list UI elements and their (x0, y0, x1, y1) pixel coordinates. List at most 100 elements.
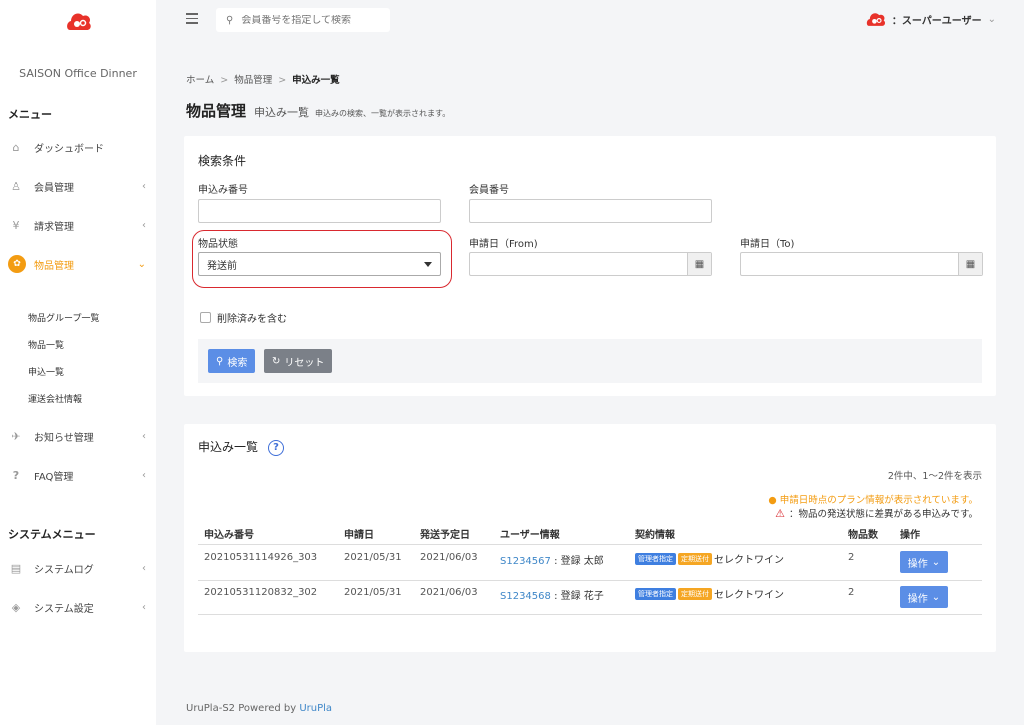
plan-notice: ● 申請日時点のプラン情報が表示されています。 (768, 492, 978, 506)
sidebar-item-billing[interactable]: ¥ 請求管理 ‹ (0, 213, 156, 237)
date-to-input[interactable]: ▦ (740, 252, 983, 276)
help-icon[interactable]: ? (268, 439, 285, 456)
calendar-icon[interactable]: ▦ (958, 253, 982, 275)
operation-label: 操作 (907, 593, 928, 605)
row-ship-date: 2021/06/03 (420, 587, 478, 598)
menu-toggle-icon[interactable] (186, 13, 198, 24)
sidebar-subitem-carriers[interactable]: 運送会社情報 (28, 392, 82, 405)
column-header-user: ユーザー情報 (500, 530, 560, 541)
info-icon: ● (768, 495, 777, 506)
warning-icon: ⚠ (775, 507, 785, 520)
chevron-left-icon: ‹ (142, 430, 146, 442)
page-subtitle: 申込み一覧 (254, 106, 310, 119)
layers-icon: ◈ (11, 600, 21, 614)
sidebar-item-notices[interactable]: ✈ お知らせ管理 ‹ (0, 424, 156, 448)
page-description: 申込みの検索、一覧が表示されます。 (315, 109, 451, 118)
include-deleted-checkbox-row[interactable]: 削除済みを含む (200, 310, 287, 325)
breadcrumb-current: 申込み一覧 (292, 75, 340, 86)
date-from-label: 申請日（From) (469, 239, 538, 250)
sidebar-item-members[interactable]: ♙ 会員管理 ‹ (0, 174, 156, 198)
operation-label: 操作 (907, 558, 928, 570)
user-avatar-icon (866, 13, 885, 26)
diff-notice-text: ：物品の発送状態に差異がある申込みです。 (788, 509, 978, 520)
caret-down-icon (424, 262, 432, 267)
row-date: 2021/05/31 (344, 552, 402, 563)
uru-logo-icon[interactable] (66, 10, 92, 32)
application-list-title-row: 申込み一覧? (198, 438, 285, 456)
sidebar-item-system-log[interactable]: ▤ システムログ ‹ (0, 556, 156, 580)
goods-icon: ✿ (8, 255, 26, 273)
document-icon: ▤ (10, 561, 22, 575)
column-header-ship-date: 発送予定日 (420, 530, 470, 541)
user-name: ：スーパーユーザー (891, 15, 982, 27)
reset-button[interactable]: ↻ リセット (264, 349, 333, 373)
member-search-input[interactable] (241, 14, 372, 26)
yen-icon: ¥ (12, 218, 20, 232)
result-count: 2件中、1〜2件を表示 (887, 471, 982, 482)
include-deleted-checkbox[interactable] (200, 312, 211, 323)
column-header-qty: 物品数 (848, 530, 878, 541)
search-button[interactable]: ⚲ 検索 (208, 349, 256, 373)
admin-specified-badge: 管理者指定 (635, 587, 676, 600)
sidebar-subitem-goods-group[interactable]: 物品グループ一覧 (28, 311, 99, 324)
row-user-id-link[interactable]: S1234567 (500, 556, 551, 567)
goods-status-select[interactable]: 発送前 (198, 252, 441, 276)
column-header-app-no: 申込み番号 (204, 530, 254, 541)
column-header-contract: 契約情報 (635, 530, 675, 541)
sidebar-subitem-goods-list[interactable]: 物品一覧 (28, 338, 64, 351)
table-divider (198, 580, 982, 581)
sidebar-item-system-settings[interactable]: ◈ システム設定 ‹ (0, 595, 156, 619)
chevron-left-icon: ‹ (142, 219, 146, 231)
sidebar-item-label: FAQ管理 (34, 471, 74, 483)
row-user: S1234567 : 登録 太郎 (500, 556, 604, 567)
chevron-down-icon: ⌄ (137, 258, 146, 270)
user-icon: ♙ (11, 179, 21, 193)
member-no-input[interactable] (469, 199, 712, 223)
sidebar-item-faq[interactable]: ? FAQ管理 ‹ (0, 463, 156, 487)
row-qty: 2 (848, 552, 855, 563)
table-divider (198, 544, 982, 545)
search-conditions-card: 検索条件 申込み番号 会員番号 物品状態 発送前 申請日（From) ▦ 申請日… (184, 136, 996, 396)
diff-notice: ⚠ ：物品の発送状態に差異がある申込みです。 (775, 506, 978, 520)
reset-button-label: リセット (284, 357, 325, 369)
breadcrumb: ホーム > 物品管理 > 申込み一覧 (186, 72, 340, 86)
footer: UruPla-S2 Powered by UruPla (186, 703, 332, 714)
sidebar-subitem-applications[interactable]: 申込一覧 (28, 365, 64, 378)
sidebar-item-dashboard[interactable]: ⌂ ダッシュボード (0, 135, 156, 159)
row-user: S1234568 : 登録 花子 (500, 591, 604, 602)
chevron-down-icon: ⌄ (931, 591, 941, 603)
application-list-card: 申込み一覧? 2件中、1〜2件を表示 ● 申請日時点のプラン情報が表示されていま… (184, 424, 996, 652)
sidebar-item-label: ダッシュボード (34, 143, 104, 155)
breadcrumb-home[interactable]: ホーム (186, 75, 214, 86)
row-contract: 管理者指定 定期送付 セレクトワイン (635, 551, 784, 566)
sidebar-item-label: システム設定 (34, 603, 94, 615)
row-app-no-link[interactable]: 20210531120832_302 (204, 587, 317, 598)
sidebar-item-label: システムログ (34, 564, 94, 576)
regular-delivery-badge: 定期送付 (678, 587, 712, 600)
application-no-input[interactable] (198, 199, 441, 223)
column-header-op: 操作 (900, 530, 920, 541)
search-button-label: 検索 (227, 357, 248, 369)
brand-name: SAISON Office Dinner (19, 67, 137, 80)
chevron-left-icon: ‹ (142, 180, 146, 192)
sidebar-item-label: お知らせ管理 (34, 432, 94, 444)
search-conditions-title: 検索条件 (198, 154, 247, 168)
regular-delivery-badge: 定期送付 (678, 552, 712, 565)
chevron-left-icon: ‹ (142, 601, 146, 613)
button-area: ⚲ 検索 ↻ リセット (198, 339, 982, 383)
row-qty: 2 (848, 587, 855, 598)
date-from-input[interactable]: ▦ (469, 252, 712, 276)
row-operation-button[interactable]: 操作 ⌄ (900, 586, 948, 608)
row-app-no-link[interactable]: 20210531114926_303 (204, 552, 317, 563)
breadcrumb-goods[interactable]: 物品管理 (234, 75, 272, 86)
page-title: 物品管理 (186, 102, 247, 120)
calendar-icon[interactable]: ▦ (687, 253, 711, 275)
sidebar-item-goods[interactable]: ✿ 物品管理 ⌄ (0, 252, 156, 276)
chevron-left-icon: ‹ (142, 469, 146, 481)
plan-notice-text: 申請日時点のプラン情報が表示されています。 (779, 495, 978, 506)
footer-text: UruPla-S2 Powered by (186, 703, 300, 714)
footer-link[interactable]: UruPla (299, 703, 332, 714)
row-operation-button[interactable]: 操作 ⌄ (900, 551, 948, 573)
user-menu[interactable]: ：スーパーユーザー ⌄ (866, 10, 996, 28)
row-user-id-link[interactable]: S1234568 (500, 591, 551, 602)
